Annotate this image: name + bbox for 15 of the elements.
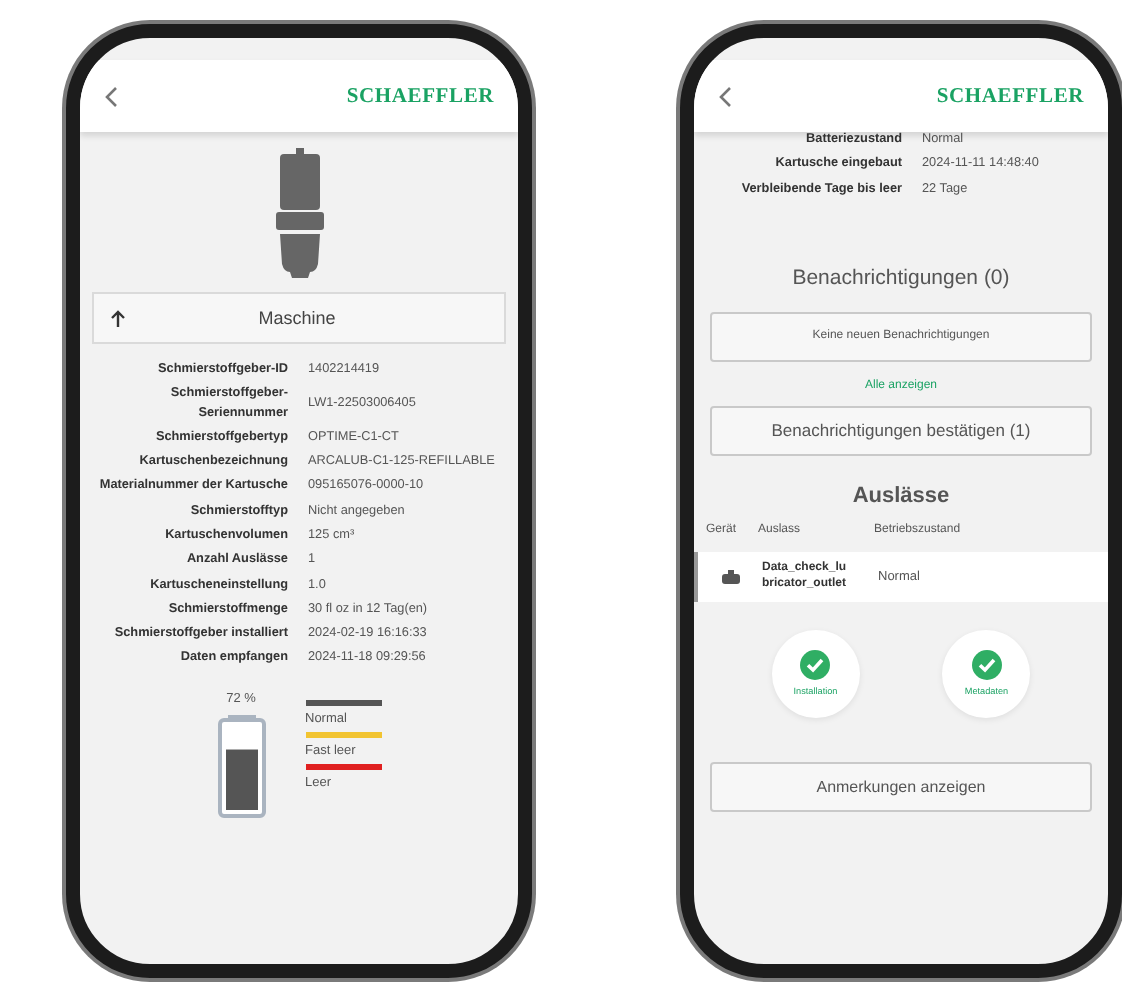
cartridge-level-icon: [217, 713, 265, 818]
logo: SCHAEFFLER: [936, 85, 1084, 107]
show-notes-button[interactable]: Anmerkungen anzeigen: [710, 761, 1092, 812]
back-icon[interactable]: [104, 85, 118, 107]
outlets-heading: Auslässe: [850, 483, 952, 508]
logo: SCHAEFFLER: [346, 85, 494, 107]
back-icon[interactable]: [718, 85, 732, 107]
lubricator-icon: [722, 569, 740, 584]
arrow-up-icon: [110, 309, 126, 327]
confirm-notifications-button[interactable]: Benachrichtigungen bestätigen (1): [710, 405, 1092, 456]
section-header[interactable]: Maschine: [92, 292, 506, 344]
check-icon: [800, 650, 831, 681]
check-icon: [971, 650, 1002, 681]
notifications-heading: Benachrichtigungen (0): [790, 265, 1012, 290]
lubricator-drawing: [273, 148, 325, 280]
